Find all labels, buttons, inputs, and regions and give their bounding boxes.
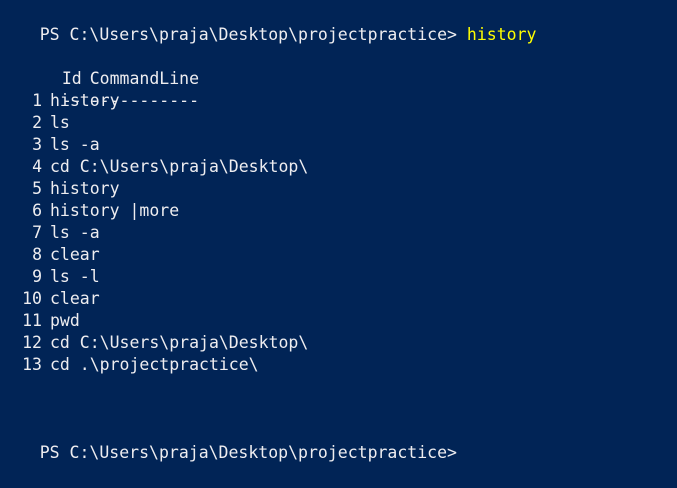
history-row: 11 pwd	[0, 310, 80, 332]
history-id: 1	[32, 91, 42, 110]
history-commandline: ls -a	[50, 135, 100, 154]
history-id: 4	[32, 157, 42, 176]
prompt-line-2: PS C:\Users\praja\Desktop\projectpractic…	[0, 420, 457, 462]
history-row: 4 cd C:\Users\praja\Desktop\	[0, 156, 308, 178]
history-row: 2 ls	[0, 112, 70, 134]
history-id: 11	[22, 311, 42, 330]
history-commandline: history |more	[50, 201, 180, 220]
prompt-line: PS C:\Users\praja\Desktop\projectpractic…	[0, 2, 537, 44]
command-text: history	[466, 25, 537, 44]
history-commandline: cd .\projectpractice\	[50, 355, 259, 374]
history-id: 8	[32, 245, 42, 264]
history-row: 12 cd C:\Users\praja\Desktop\	[0, 332, 308, 354]
history-row: 6 history |more	[0, 200, 179, 222]
prompt-text-2: PS C:\Users\praja\Desktop\projectpractic…	[39, 443, 457, 462]
history-commandline: cd C:\Users\praja\Desktop\	[50, 157, 309, 176]
history-row: 3 ls -a	[0, 134, 100, 156]
history-commandline: clear	[50, 245, 100, 264]
history-commandline: ls -l	[50, 267, 100, 286]
history-id: 5	[32, 179, 42, 198]
history-id: 10	[22, 289, 42, 308]
history-header: Id CommandLine	[0, 46, 199, 88]
history-id: 7	[32, 223, 42, 242]
history-row: 10 clear	[0, 288, 100, 310]
history-id: 6	[32, 201, 42, 220]
prompt-text: PS C:\Users\praja\Desktop\projectpractic…	[39, 25, 467, 44]
history-row: 1 history	[0, 90, 120, 112]
history-commandline: pwd	[50, 311, 80, 330]
history-separator: -- -----------	[0, 68, 199, 110]
history-id: 9	[32, 267, 42, 286]
history-commandline: cd C:\Users\praja\Desktop\	[50, 333, 309, 352]
history-row: 9 ls -l	[0, 266, 100, 288]
history-row: 13 cd .\projectpractice\	[0, 354, 259, 376]
history-id: 12	[22, 333, 42, 352]
history-id: 13	[22, 355, 42, 374]
history-id: 3	[32, 135, 42, 154]
history-commandline: history	[50, 91, 120, 110]
history-commandline: clear	[50, 289, 100, 308]
history-commandline: ls -a	[50, 223, 100, 242]
terminal-window[interactable]: PS C:\Users\praja\Desktop\projectpractic…	[0, 0, 677, 488]
history-commandline: history	[50, 179, 120, 198]
history-row: 7 ls -a	[0, 222, 100, 244]
history-id: 2	[32, 113, 42, 132]
history-row: 5 history	[0, 178, 120, 200]
history-commandline: ls	[50, 113, 70, 132]
history-row: 8 clear	[0, 244, 100, 266]
